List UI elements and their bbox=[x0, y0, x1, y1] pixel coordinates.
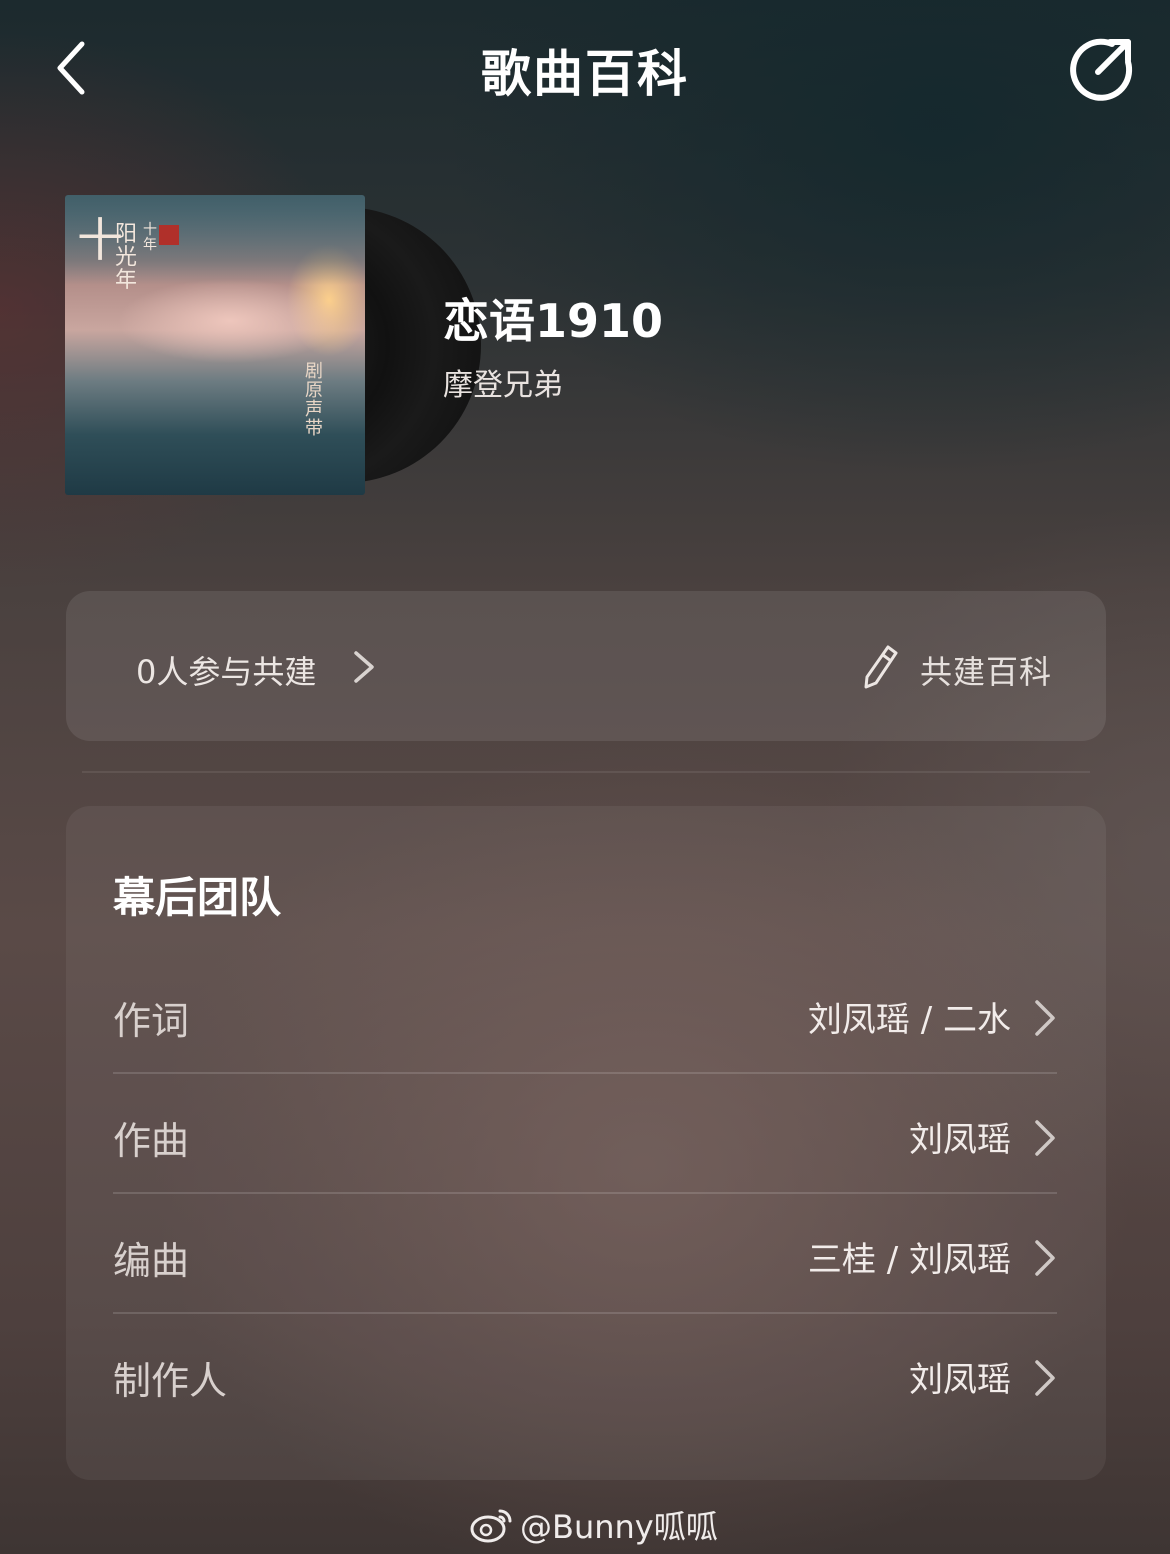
team-row-producer[interactable]: 制作人 刘凤瑶 bbox=[113, 1314, 1057, 1434]
row-value: 刘凤瑶 bbox=[909, 1120, 1011, 1160]
team-card: 幕后团队 作词 刘凤瑶 / 二水 作曲 刘凤瑶 编曲 三桂 / 刘凤瑶 制作人 … bbox=[66, 806, 1106, 1480]
team-row-arranger[interactable]: 编曲 三桂 / 刘凤瑶 bbox=[113, 1194, 1057, 1314]
cover-text-side: 阳光年 bbox=[115, 222, 138, 294]
watermark: @Bunny呱呱 bbox=[470, 1503, 718, 1547]
row-value: 刘凤瑶 / 二水 bbox=[807, 1000, 1011, 1040]
cover-text-right: 剧原声带 bbox=[305, 361, 323, 439]
co-build-wiki-link[interactable]: 共建百科 bbox=[920, 647, 1052, 693]
chevron-right-icon bbox=[1035, 1120, 1055, 1156]
row-label: 作曲 bbox=[113, 1119, 190, 1163]
cover-text-small: 十年 bbox=[143, 222, 157, 253]
team-row-composer[interactable]: 作曲 刘凤瑶 bbox=[113, 1074, 1057, 1194]
row-label: 作词 bbox=[113, 999, 190, 1043]
row-value: 三桂 / 刘凤瑶 bbox=[807, 1240, 1011, 1280]
album-cover[interactable]: 十 阳光年 十年 剧原声带 bbox=[65, 195, 481, 495]
top-bar: 歌曲百科 bbox=[0, 0, 1170, 140]
team-heading: 幕后团队 bbox=[113, 873, 282, 922]
co-build-card[interactable]: 0人参与共建 共建百科 bbox=[66, 591, 1106, 741]
album-artwork: 十 阳光年 十年 剧原声带 bbox=[65, 195, 365, 495]
share-button[interactable] bbox=[1068, 34, 1136, 102]
chevron-right-icon bbox=[1035, 1360, 1055, 1396]
row-value: 刘凤瑶 bbox=[909, 1360, 1011, 1400]
section-divider bbox=[82, 771, 1090, 773]
song-title: 恋语1910 bbox=[443, 294, 664, 348]
pencil-icon bbox=[864, 645, 898, 689]
row-label: 编曲 bbox=[113, 1239, 190, 1283]
watermark-text: @Bunny呱呱 bbox=[520, 1508, 718, 1546]
chevron-right-icon bbox=[354, 651, 374, 683]
page-title: 歌曲百科 bbox=[481, 45, 689, 103]
cover-badge bbox=[159, 225, 179, 245]
team-row-lyricist[interactable]: 作词 刘凤瑶 / 二水 bbox=[113, 954, 1057, 1074]
row-label: 制作人 bbox=[113, 1359, 228, 1403]
participants-count[interactable]: 0人参与共建 bbox=[136, 647, 316, 693]
share-icon bbox=[1070, 38, 1133, 101]
chevron-right-icon bbox=[1035, 1240, 1055, 1276]
chevron-right-icon bbox=[1035, 1000, 1055, 1036]
weibo-icon bbox=[470, 1509, 512, 1543]
song-artist[interactable]: 摩登兄弟 bbox=[443, 360, 563, 404]
